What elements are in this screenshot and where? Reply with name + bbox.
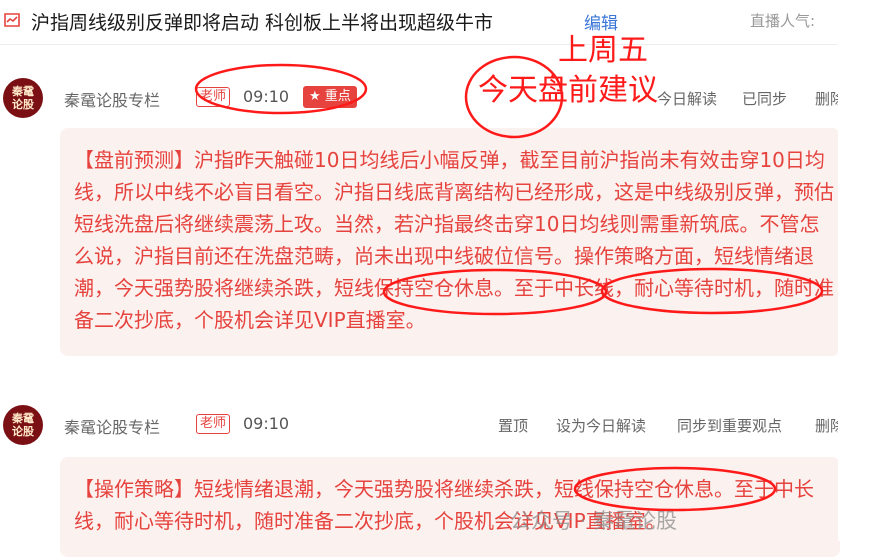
time-circle: [194, 63, 368, 115]
stay-cash-circle-2: [573, 466, 777, 512]
strong-stock-circle: [382, 268, 608, 316]
stay-cash-circle: [600, 267, 824, 315]
advice-circle: [464, 55, 564, 139]
annotation-circles: [194, 55, 824, 512]
watermark: 公众号 · 秦鼋论股: [510, 509, 678, 533]
